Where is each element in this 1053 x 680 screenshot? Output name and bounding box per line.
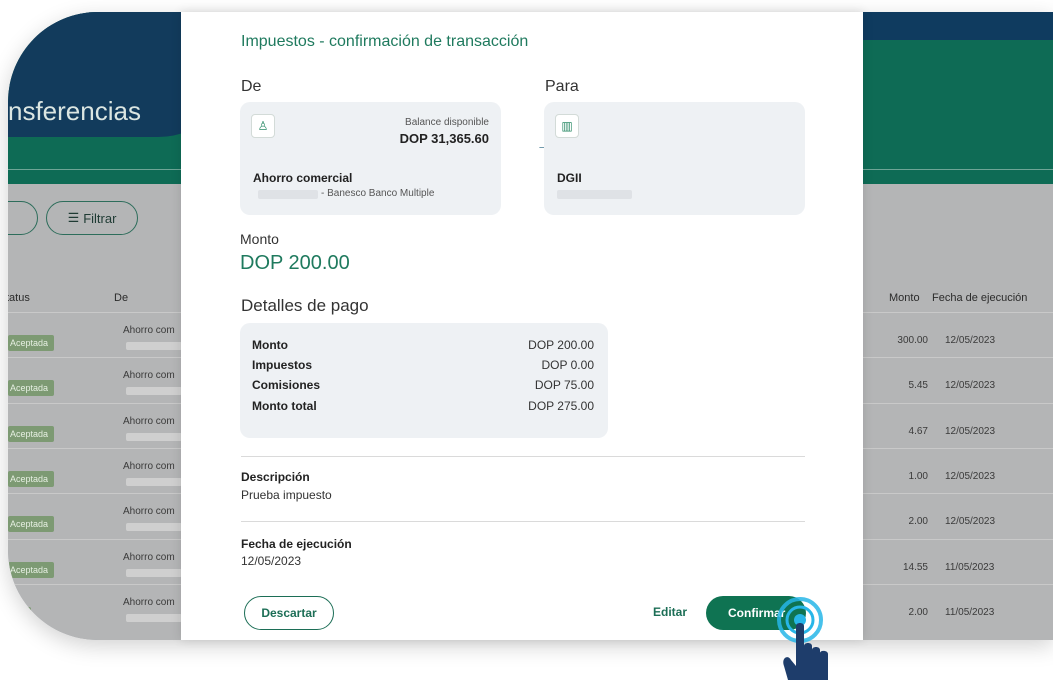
detail-row-total: Monto total DOP 275.00 [252, 399, 594, 413]
confirmation-modal: Impuestos - confirmación de transacción … [181, 12, 863, 640]
edit-button[interactable]: Editar [653, 605, 687, 619]
divider [241, 456, 805, 457]
row-monto: 5.45 [908, 380, 928, 392]
row-monto: 2.00 [908, 516, 928, 528]
description-value: Prueba impuesto [241, 488, 332, 502]
row-fecha: 12/05/2023 [945, 425, 996, 437]
row-fecha: 11/05/2023 [945, 561, 995, 573]
status-badge: Aceptada [8, 516, 55, 533]
row-monto: 2.00 [908, 606, 928, 618]
status-badge: ada [8, 606, 32, 623]
row-de: Ahorro com [123, 460, 175, 472]
amount-label: Monto [240, 231, 279, 247]
status-badge: Aceptada [8, 470, 55, 487]
row-account-mask [126, 477, 182, 486]
from-account-bank: - Banesco Banco Multiple [321, 188, 435, 199]
discard-button[interactable]: Descartar [244, 596, 334, 630]
column-fecha: Fecha de ejecución [932, 292, 1028, 304]
to-label: Para [545, 78, 579, 95]
page-title: nsferencias [8, 96, 141, 126]
row-monto: 4.67 [908, 425, 928, 437]
row-account-mask [126, 613, 182, 622]
row-de: Ahorro com [123, 325, 175, 336]
row-account-mask [126, 568, 182, 577]
date-value: 12/05/2023 [241, 554, 302, 568]
balance-label: Balance disponible [405, 117, 489, 128]
to-account-card: ▥ DGII [544, 102, 805, 215]
row-monto: 300.00 [897, 335, 928, 346]
balance-value: DOP 31,365.60 [399, 131, 489, 146]
row-de: Ahorro com [123, 370, 175, 382]
column-de: De [114, 292, 129, 304]
detail-row-comisiones: Comisiones DOP 75.00 [252, 378, 594, 392]
detail-row-impuestos: Impuestos DOP 0.00 [252, 358, 594, 372]
filter-label: Filtrar [83, 210, 117, 226]
row-account-mask [126, 342, 182, 350]
from-label: De [241, 78, 262, 95]
row-account-mask [126, 523, 182, 532]
row-de: Ahorro com [123, 596, 175, 608]
row-account-mask [126, 387, 182, 396]
from-account-card: ♙ Balance disponible DOP 31,365.60 Ahorr… [240, 102, 501, 215]
row-monto: 14.55 [902, 561, 928, 573]
row-fecha: 12/05/2023 [945, 516, 996, 528]
row-fecha: 12/05/2023 [945, 335, 996, 346]
account-number-mask [258, 190, 318, 199]
to-account-name: DGII [557, 171, 582, 185]
column-status: tatus [8, 292, 30, 304]
piggy-bank-icon: ♙ [251, 114, 275, 138]
row-de: Ahorro com [123, 415, 175, 427]
row-de: Ahorro com [123, 506, 175, 518]
status-badge: Aceptada [8, 380, 55, 397]
date-label: Fecha de ejecución [241, 537, 352, 551]
details-title: Detalles de pago [241, 296, 369, 315]
filter-icon: ☰ [67, 210, 80, 225]
amount-value: DOP 200.00 [240, 252, 350, 274]
row-de: Ahorro com [123, 551, 175, 563]
row-fecha: 11/05/2023 [945, 606, 995, 618]
pointing-hand-icon [783, 623, 828, 680]
divider [241, 521, 805, 522]
description-label: Descripción [241, 470, 310, 484]
row-monto: 1.00 [908, 470, 928, 482]
row-fecha: 12/05/2023 [945, 470, 996, 482]
to-account-number-mask [557, 190, 632, 199]
column-monto: Monto [889, 292, 920, 304]
detail-row-monto: Monto DOP 200.00 [252, 338, 594, 352]
status-badge: Aceptada [8, 561, 55, 578]
modal-title: Impuestos - confirmación de transacción [241, 33, 529, 50]
payment-details-card: Monto DOP 200.00 Impuestos DOP 0.00 Comi… [240, 323, 608, 438]
status-badge: Aceptada [8, 335, 55, 351]
status-badge: Aceptada [8, 425, 55, 442]
filter-button[interactable]: ☰ Filtrar [46, 201, 138, 235]
row-account-mask [126, 432, 182, 441]
building-icon: ▥ [555, 114, 579, 138]
row-fecha: 12/05/2023 [945, 380, 996, 392]
from-account-name: Ahorro comercial [253, 171, 353, 185]
